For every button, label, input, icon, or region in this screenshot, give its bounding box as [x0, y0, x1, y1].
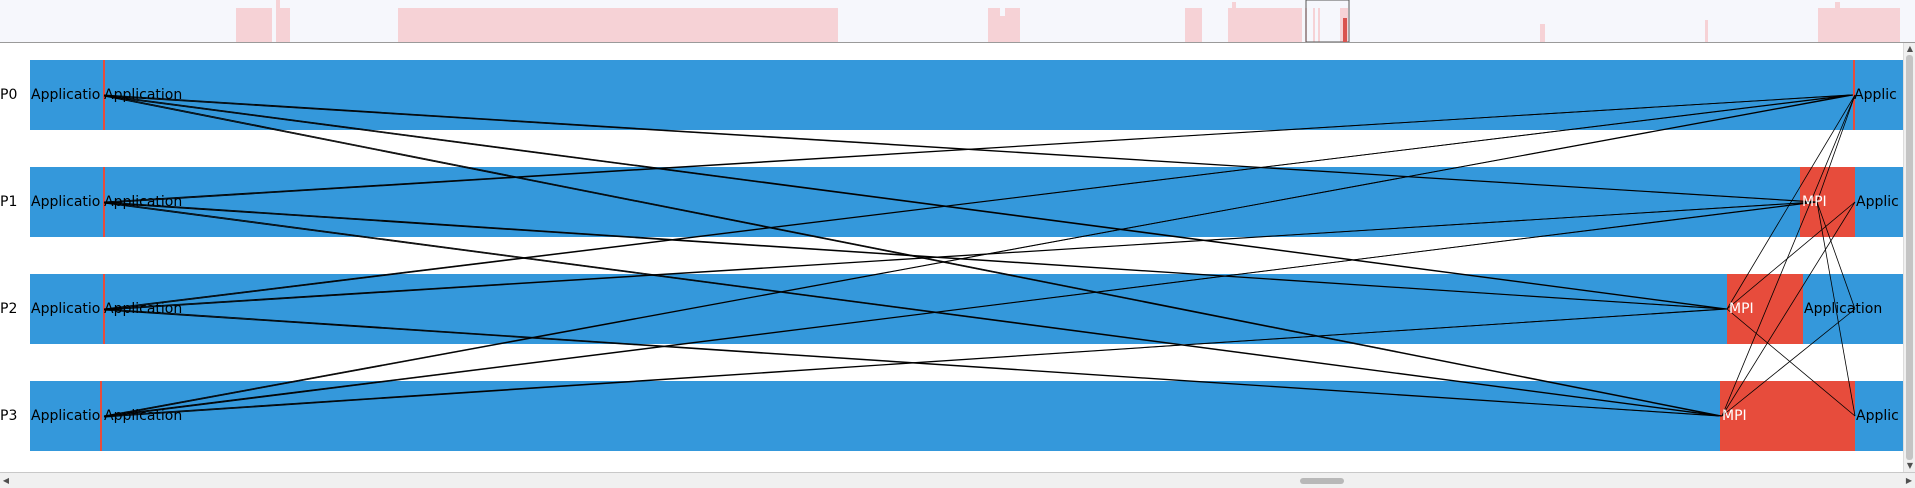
scroll-down-arrow-icon[interactable]: ▼ — [1904, 460, 1915, 472]
event-marker — [100, 381, 102, 451]
application-segment[interactable] — [103, 60, 1853, 130]
application-segment[interactable] — [30, 274, 103, 344]
process-label: P3 — [0, 408, 18, 424]
application-segment[interactable] — [30, 167, 103, 237]
timeline-overview[interactable] — [0, 0, 1915, 43]
scroll-right-arrow-icon[interactable]: ▶ — [1903, 473, 1915, 488]
horizontal-scroll-thumb[interactable] — [1300, 478, 1344, 484]
application-segment[interactable] — [103, 381, 1720, 451]
application-segment[interactable] — [30, 381, 103, 451]
vertical-scroll-thumb[interactable] — [1906, 55, 1913, 460]
trace-timeline[interactable]: P0 Applicatio Application Applic P1 Applicati… — [0, 43, 1903, 472]
mpi-segment[interactable] — [1720, 381, 1855, 451]
application-segment[interactable] — [1855, 167, 1903, 237]
application-segment[interactable] — [103, 167, 1800, 237]
application-segment[interactable] — [1803, 274, 1903, 344]
horizontal-scrollbar[interactable]: ◀ ▶ — [0, 472, 1915, 488]
process-label: P1 — [0, 194, 18, 210]
process-label: P2 — [0, 301, 18, 317]
overview-histogram — [236, 0, 1900, 42]
message-line[interactable] — [1721, 94, 1856, 417]
process-label: P0 — [0, 87, 18, 103]
trace-canvas — [30, 60, 1903, 451]
mpi-segment[interactable] — [1727, 274, 1803, 344]
application-segment[interactable] — [1855, 381, 1903, 451]
scroll-left-arrow-icon[interactable]: ◀ — [0, 473, 12, 488]
application-segment[interactable] — [1853, 60, 1903, 130]
scroll-up-arrow-icon[interactable]: ▲ — [1904, 43, 1915, 55]
message-line[interactable] — [103, 94, 1851, 418]
application-segment[interactable] — [30, 60, 103, 130]
vertical-scrollbar[interactable]: ▲ ▼ — [1903, 43, 1915, 472]
